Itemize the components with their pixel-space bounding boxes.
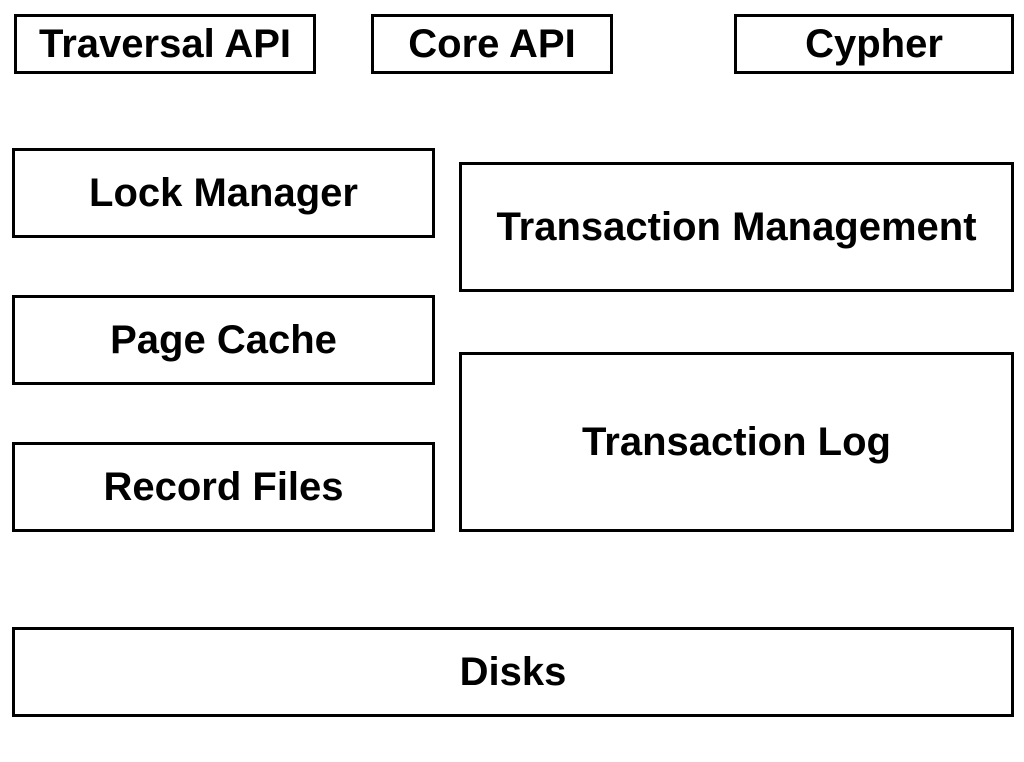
label-lock-manager: Lock Manager [89,171,358,216]
block-disks: Disks [12,627,1014,717]
label-page-cache: Page Cache [110,318,337,363]
label-transaction-log: Transaction Log [582,420,891,465]
block-core-api: Core API [371,14,613,74]
block-transaction-log: Transaction Log [459,352,1014,532]
label-core-api: Core API [408,24,575,64]
label-record-files: Record Files [103,465,343,510]
block-transaction-management: Transaction Management [459,162,1014,292]
label-traversal-api: Traversal API [39,24,291,64]
label-transaction-management: Transaction Management [496,205,976,250]
block-cypher: Cypher [734,14,1014,74]
block-traversal-api: Traversal API [14,14,316,74]
label-cypher: Cypher [805,24,943,64]
block-record-files: Record Files [12,442,435,532]
block-page-cache: Page Cache [12,295,435,385]
block-lock-manager: Lock Manager [12,148,435,238]
label-disks: Disks [460,650,567,695]
